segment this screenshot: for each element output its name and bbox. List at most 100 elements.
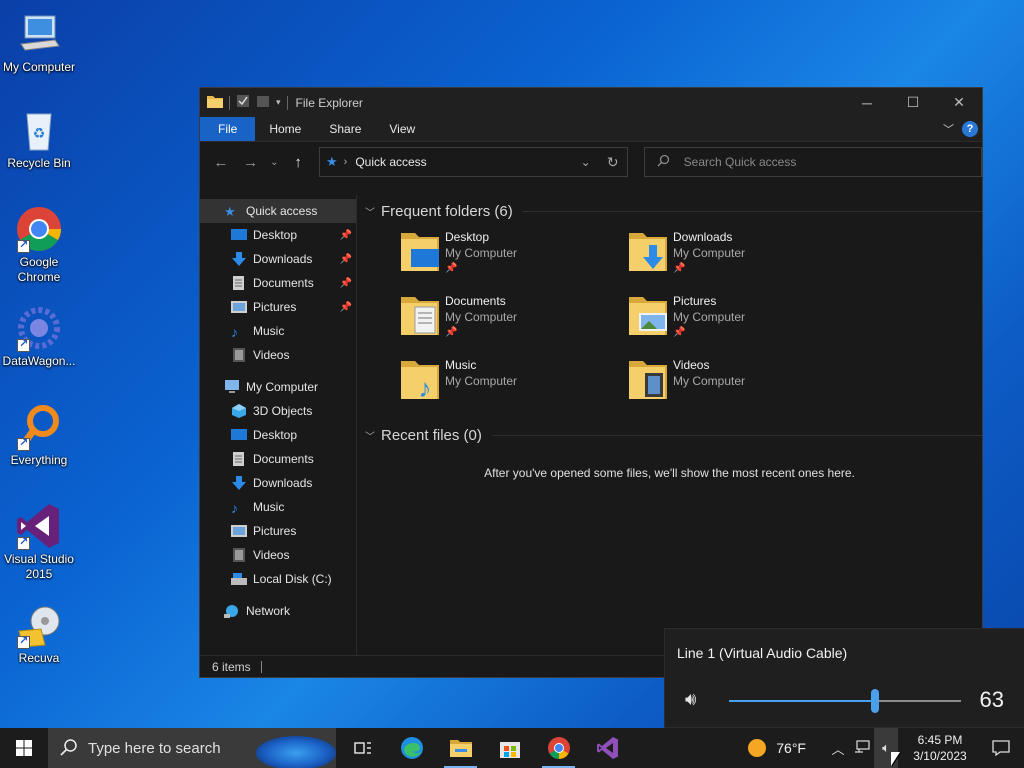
frequent-folders-header[interactable]: ﹀ Frequent folders (6)	[365, 197, 982, 225]
desktop-icon-datawagon[interactable]: DataWagon...	[0, 304, 78, 369]
search-box[interactable]: Search Quick access	[643, 147, 983, 177]
desktop-icon-recuva[interactable]: Recuva	[0, 601, 78, 666]
search-highlight-image	[256, 736, 336, 768]
notification-center-icon[interactable]	[978, 740, 1024, 756]
taskbar-file-explorer[interactable]	[436, 728, 485, 768]
nav-item-network[interactable]: Network	[200, 599, 356, 623]
shortcut-arrow-icon	[17, 238, 30, 253]
pin-icon[interactable]: 📌	[340, 230, 352, 241]
taskbar-store[interactable]	[485, 728, 534, 768]
music-icon: ♪	[231, 324, 238, 340]
tab-file[interactable]: File	[200, 117, 256, 141]
pin-icon[interactable]: 📌	[340, 278, 352, 289]
nav-label: Downloads	[253, 252, 313, 266]
folder-tile-desktop[interactable]: Desktop My Computer 📌	[399, 225, 627, 289]
folder-location: My Computer	[445, 310, 518, 324]
recent-locations-chevron-icon[interactable]: ⌄	[267, 149, 281, 175]
toolbar-separator	[286, 95, 288, 110]
nav-item-quick-desktop[interactable]: Desktop 📌	[200, 223, 356, 247]
desktop-icon-visual-studio[interactable]: Visual Studio 2015	[0, 502, 78, 582]
pin-icon[interactable]: 📌	[340, 254, 352, 265]
properties-icon[interactable]	[236, 94, 250, 111]
start-button[interactable]	[0, 728, 48, 768]
svg-text:♻: ♻	[33, 125, 46, 141]
desktop-icon-everything[interactable]: Everything	[0, 403, 78, 468]
nav-item-music[interactable]: ♪ Music	[200, 495, 356, 519]
folder-icon	[207, 94, 223, 111]
divider	[522, 210, 982, 212]
weather-widget[interactable]: 76°F	[748, 739, 806, 757]
nav-item-quick-music[interactable]: ♪ Music	[200, 319, 356, 343]
minimize-button[interactable]: ─	[844, 88, 890, 117]
nav-item-my-computer[interactable]: My Computer	[200, 375, 356, 399]
group-title: Recent files (0)	[381, 426, 482, 444]
tab-view[interactable]: View	[375, 117, 429, 141]
tab-home[interactable]: Home	[255, 117, 315, 141]
collapse-chevron-icon[interactable]: ﹀	[365, 428, 375, 443]
folder-tile-music[interactable]: ♪ Music My Computer	[399, 353, 627, 417]
new-folder-icon[interactable]	[256, 94, 270, 111]
forward-arrow-icon[interactable]: →	[238, 149, 264, 175]
nav-item-desktop[interactable]: Desktop	[200, 423, 356, 447]
search-input[interactable]: Search Quick access	[684, 155, 797, 169]
taskbar-search-input[interactable]: Type here to search	[88, 740, 221, 757]
address-toolbar: ← → ⌄ ↑ ★ › Quick access ⌄ ↻ Search Quic…	[200, 142, 983, 182]
videos-icon	[231, 548, 247, 562]
nav-item-quick-pictures[interactable]: Pictures 📌	[200, 295, 356, 319]
nav-item-videos[interactable]: Videos	[200, 543, 356, 567]
pin-icon[interactable]: 📌	[340, 302, 352, 313]
folder-tile-downloads[interactable]: Downloads My Computer 📌	[627, 225, 855, 289]
close-button[interactable]: ✕	[936, 88, 982, 117]
recent-files-empty-message: After you've opened some files, we'll sh…	[484, 466, 855, 480]
volume-slider-thumb[interactable]	[871, 689, 879, 713]
taskbar-chrome[interactable]	[534, 728, 583, 768]
desktop-icon-chrome[interactable]: Google Chrome	[0, 205, 78, 285]
expand-ribbon-chevron-icon[interactable]: ﹀	[943, 121, 954, 137]
nav-item-documents[interactable]: Documents	[200, 447, 356, 471]
volume-slider[interactable]	[729, 689, 961, 713]
nav-item-quick-access[interactable]: ★ Quick access	[200, 199, 356, 223]
refresh-icon[interactable]: ↻	[607, 154, 619, 171]
help-icon[interactable]: ?	[962, 121, 978, 137]
address-bar[interactable]: ★ › Quick access ⌄ ↻	[319, 147, 628, 177]
nav-item-quick-downloads[interactable]: Downloads 📌	[200, 247, 356, 271]
folder-tile-pictures[interactable]: Pictures My Computer 📌	[627, 289, 855, 353]
nav-item-local-disk[interactable]: Local Disk (C:)	[200, 567, 356, 591]
address-dropdown-chevron-icon[interactable]: ⌄	[581, 155, 591, 169]
nav-item-3d-objects[interactable]: 3D Objects	[200, 399, 356, 423]
windows-logo-icon	[16, 740, 32, 756]
title-bar[interactable]: ▾ File Explorer ─ ☐ ✕	[200, 88, 982, 117]
taskbar-edge[interactable]	[387, 728, 436, 768]
recent-files-header[interactable]: ﹀ Recent files (0)	[365, 421, 982, 449]
network-icon[interactable]	[850, 739, 874, 757]
speaker-icon[interactable]: 🔊︎	[685, 689, 696, 710]
clock[interactable]: 6:45 PM 3/10/2023	[902, 732, 978, 764]
folder-location: My Computer	[673, 310, 746, 324]
videos-icon	[231, 348, 247, 362]
downloads-icon	[231, 476, 247, 490]
taskbar-visual-studio[interactable]	[583, 728, 632, 768]
breadcrumb[interactable]: Quick access	[355, 155, 426, 169]
nav-label: Desktop	[253, 228, 298, 242]
collapse-chevron-icon[interactable]: ﹀	[365, 204, 375, 219]
nav-item-quick-videos[interactable]: Videos	[200, 343, 356, 367]
desktop-icon-my-computer[interactable]: My Computer	[0, 10, 78, 75]
nav-item-quick-documents[interactable]: Documents 📌	[200, 271, 356, 295]
nav-label: Music	[253, 324, 285, 338]
nav-item-downloads[interactable]: Downloads	[200, 471, 356, 495]
folder-tile-videos[interactable]: Videos My Computer	[627, 353, 855, 417]
maximize-button[interactable]: ☐	[890, 88, 936, 117]
show-hidden-icons-chevron-icon[interactable]: ︿	[826, 739, 850, 758]
folder-tile-documents[interactable]: Documents My Computer 📌	[399, 289, 627, 353]
taskbar-search[interactable]: Type here to search	[48, 728, 336, 768]
task-view-button[interactable]	[338, 728, 387, 768]
tab-share[interactable]: Share	[315, 117, 375, 141]
desktop-icon-recycle-bin[interactable]: ♻ Recycle Bin	[0, 106, 78, 171]
nav-item-pictures[interactable]: Pictures	[200, 519, 356, 543]
back-arrow-icon[interactable]: ←	[208, 149, 234, 175]
up-arrow-icon[interactable]: ↑	[285, 149, 311, 175]
audio-device-name[interactable]: Line 1 (Virtual Audio Cable)	[677, 645, 847, 661]
item-count: 6 items	[212, 659, 251, 674]
customize-toolbar-chevron-icon[interactable]: ▾	[276, 97, 281, 108]
desktop-folder-icon	[399, 229, 441, 273]
